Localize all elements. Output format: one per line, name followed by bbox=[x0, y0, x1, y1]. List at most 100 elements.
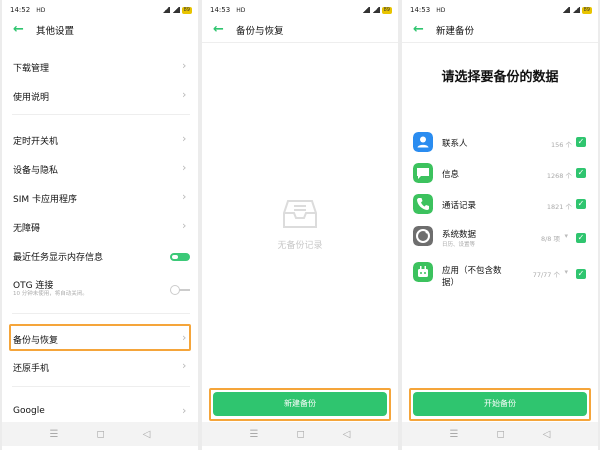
contacts-checkbox[interactable]: ✓ bbox=[576, 137, 586, 147]
signal-icon bbox=[161, 7, 170, 13]
system-data-checkbox[interactable]: ✓ bbox=[576, 233, 586, 243]
back-icon[interactable]: ◁ bbox=[543, 429, 551, 440]
chevron-right-icon: › bbox=[182, 359, 187, 372]
settings-item-download-management[interactable]: 下载管理 › bbox=[2, 53, 198, 81]
backup-restore-screen: 14:53 HD 89 ← 备份与恢复 无备份记录 新建备份 ☰ ◻ ◁ bbox=[202, 0, 398, 450]
settings-item-memory-info: 最近任务显示内存信息 bbox=[2, 242, 198, 270]
status-bar: 14:53 HD 89 bbox=[410, 4, 592, 16]
row-count: 77/77 个 bbox=[532, 271, 560, 279]
section-heading: 请选择要备份的数据 bbox=[441, 70, 559, 85]
settings-item-reset-phone[interactable]: 还原手机 › bbox=[2, 353, 198, 381]
apps-checkbox[interactable]: ✓ bbox=[576, 269, 586, 279]
chevron-right-icon: › bbox=[182, 404, 187, 417]
item-label: 设备与隐私 bbox=[13, 166, 59, 176]
row-label: 信息 bbox=[442, 170, 460, 180]
item-subtitle: 10 分钟未使用，将自动关闭。 bbox=[13, 291, 88, 297]
signal-icon bbox=[561, 7, 570, 13]
row-label-continued: 据） bbox=[442, 278, 460, 288]
phone-icon bbox=[413, 194, 433, 214]
messages-checkbox[interactable]: ✓ bbox=[576, 168, 586, 178]
divider bbox=[202, 42, 398, 43]
back-arrow-icon[interactable]: ← bbox=[413, 23, 425, 36]
signal-icon bbox=[371, 7, 380, 13]
chevron-right-icon: › bbox=[182, 88, 187, 101]
status-bar: 14:52 HD 89 bbox=[10, 4, 192, 16]
row-label: 通话记录 bbox=[442, 201, 477, 211]
item-label: 使用说明 bbox=[13, 93, 50, 103]
row-label: 系统数据 bbox=[442, 230, 477, 240]
navigation-bar: ☰ ◻ ◁ bbox=[402, 422, 598, 446]
row-label: 应用（不包含数 bbox=[442, 266, 502, 276]
battery-icon: 89 bbox=[381, 6, 392, 14]
system-data-icon bbox=[413, 226, 433, 246]
chevron-right-icon: › bbox=[182, 59, 187, 72]
app-bar: ← 新建备份 bbox=[402, 18, 598, 42]
row-count: 1821 个 bbox=[546, 203, 572, 211]
highlight-box bbox=[9, 324, 191, 351]
status-time: 14:53 bbox=[210, 6, 231, 14]
otg-toggle[interactable] bbox=[170, 285, 190, 295]
contacts-icon bbox=[413, 132, 433, 152]
highlight-box bbox=[409, 388, 591, 421]
back-icon[interactable]: ◁ bbox=[343, 429, 351, 440]
divider bbox=[12, 313, 190, 314]
new-backup-screen: 14:53 HD 89 ← 新建备份 请选择要备份的数据 联系人 156 个 ✓… bbox=[402, 0, 598, 450]
chevron-down-icon[interactable]: ▾ bbox=[564, 268, 568, 276]
other-settings-screen: 14:52 HD 89 ← 其他设置 下载管理 › 使用说明 › 定时开关机 ›… bbox=[2, 0, 198, 450]
status-time: 14:53 bbox=[410, 6, 431, 14]
item-label: 最近任务显示内存信息 bbox=[13, 253, 104, 263]
back-arrow-icon[interactable]: ← bbox=[13, 23, 25, 36]
settings-item-accessibility[interactable]: 无障碍 › bbox=[2, 213, 198, 241]
backup-row-messages[interactable]: 信息 1268 个 ✓ bbox=[402, 163, 598, 193]
status-network: HD bbox=[36, 6, 46, 14]
status-time: 14:52 bbox=[10, 6, 31, 14]
signal-icon bbox=[571, 7, 580, 13]
item-label: SIM 卡应用程序 bbox=[13, 195, 77, 205]
divider bbox=[402, 42, 598, 43]
item-label: 无障碍 bbox=[13, 224, 41, 234]
item-label: 定时开关机 bbox=[13, 137, 59, 147]
home-icon[interactable]: ◻ bbox=[96, 429, 104, 440]
settings-item-scheduled-power[interactable]: 定时开关机 › bbox=[2, 126, 198, 154]
signal-icon bbox=[361, 7, 370, 13]
item-label: 还原手机 bbox=[13, 364, 50, 374]
menu-icon[interactable]: ☰ bbox=[50, 429, 59, 440]
page-title: 备份与恢复 bbox=[236, 26, 284, 37]
back-arrow-icon[interactable]: ← bbox=[213, 23, 225, 36]
backup-row-system-data[interactable]: 系统数据 日历、设置等 8/8 项 ▾ ✓ bbox=[402, 226, 598, 256]
divider bbox=[12, 114, 190, 115]
home-icon[interactable]: ◻ bbox=[296, 429, 304, 440]
row-subtitle: 日历、设置等 bbox=[442, 242, 476, 248]
item-label: 下载管理 bbox=[13, 64, 50, 74]
navigation-bar: ☰ ◻ ◁ bbox=[2, 422, 198, 446]
page-title: 新建备份 bbox=[436, 26, 475, 37]
row-count: 1268 个 bbox=[546, 172, 572, 180]
messages-icon bbox=[413, 163, 433, 183]
chevron-right-icon: › bbox=[182, 161, 187, 174]
back-icon[interactable]: ◁ bbox=[143, 429, 151, 440]
apps-icon bbox=[413, 262, 433, 282]
settings-item-sim-apps[interactable]: SIM 卡应用程序 › bbox=[2, 184, 198, 212]
backup-row-call-log[interactable]: 通话记录 1821 个 ✓ bbox=[402, 194, 598, 224]
item-label: Google bbox=[13, 406, 45, 416]
chevron-right-icon: › bbox=[182, 190, 187, 203]
memory-info-toggle[interactable] bbox=[170, 253, 190, 261]
row-count: 156 个 bbox=[551, 141, 572, 149]
backup-row-contacts[interactable]: 联系人 156 个 ✓ bbox=[402, 132, 598, 162]
signal-icon bbox=[171, 7, 180, 13]
settings-item-user-guide[interactable]: 使用说明 › bbox=[2, 82, 198, 110]
call-log-checkbox[interactable]: ✓ bbox=[576, 199, 586, 209]
settings-item-device-privacy[interactable]: 设备与隐私 › bbox=[2, 155, 198, 183]
status-network: HD bbox=[236, 6, 246, 14]
backup-row-apps[interactable]: 应用（不包含数 据） 77/77 个 ▾ ✓ bbox=[402, 262, 598, 292]
menu-icon[interactable]: ☰ bbox=[250, 429, 259, 440]
chevron-right-icon: › bbox=[182, 219, 187, 232]
chevron-right-icon: › bbox=[182, 132, 187, 145]
home-icon[interactable]: ◻ bbox=[496, 429, 504, 440]
chevron-down-icon[interactable]: ▾ bbox=[564, 232, 568, 240]
menu-icon[interactable]: ☰ bbox=[450, 429, 459, 440]
page-title: 其他设置 bbox=[36, 26, 75, 37]
app-bar: ← 其他设置 bbox=[2, 18, 198, 42]
battery-icon: 89 bbox=[181, 6, 192, 14]
battery-icon: 89 bbox=[581, 6, 592, 14]
